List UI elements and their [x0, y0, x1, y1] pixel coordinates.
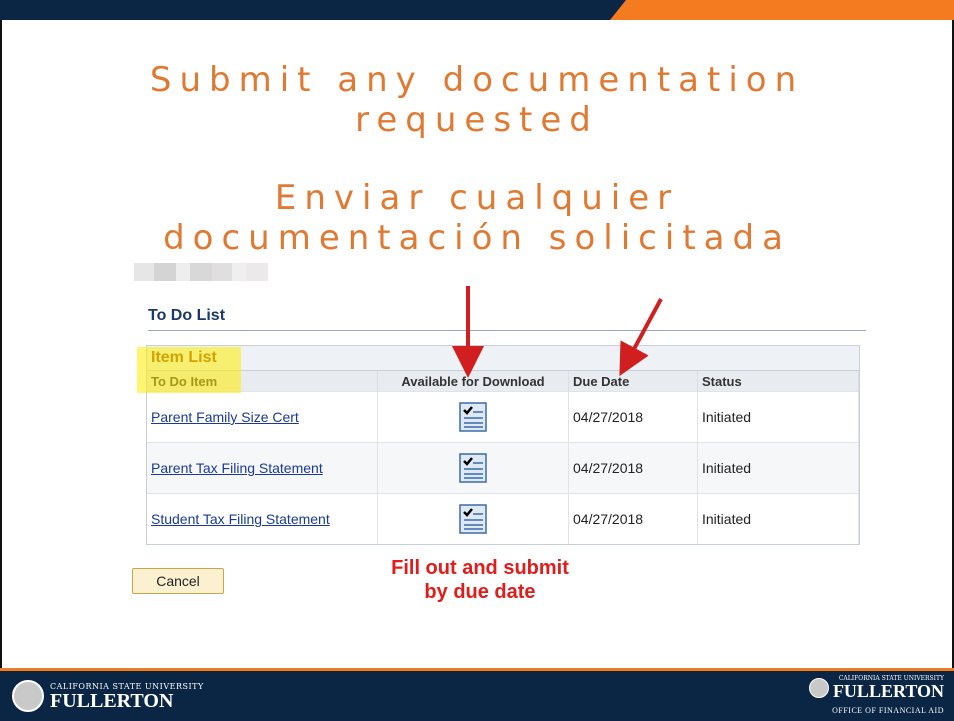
- grid-title: Item List: [147, 346, 859, 371]
- due-date-cell: 04/27/2018: [568, 391, 698, 443]
- slide-title-english: Submit any documentation requested: [149, 60, 805, 140]
- status-cell: Initiated: [697, 391, 859, 443]
- slide-title-spanish: Enviar cualquier documentación solicitad…: [163, 178, 791, 258]
- download-cell: [377, 391, 569, 443]
- university-seal-icon: [808, 677, 829, 698]
- csuf-logo-left: CALIFORNIA STATE UNIVERSITY FULLERTON: [12, 680, 204, 712]
- fill-out-annotation: Fill out and submit by due date: [340, 556, 620, 604]
- document-checklist-icon[interactable]: [458, 401, 488, 433]
- item-list-grid: Item List To Do Item Available for Downl…: [146, 345, 860, 545]
- todo-item-cell: Parent Family Size Cert: [147, 391, 378, 443]
- todo-item-link[interactable]: Parent Tax Filing Statement: [151, 460, 323, 476]
- due-date-cell: 04/27/2018: [568, 493, 698, 544]
- document-checklist-icon[interactable]: [458, 503, 488, 535]
- column-header-download[interactable]: Available for Download: [377, 371, 569, 392]
- due-date-cell: 04/27/2018: [568, 442, 698, 494]
- top-banner-accent: [610, 0, 954, 20]
- todo-item-link[interactable]: Student Tax Filing Statement: [151, 511, 330, 527]
- table-row: Parent Family Size Cert 04/27/2018 Initi…: [147, 391, 859, 443]
- blurred-content: [134, 263, 268, 281]
- annotation-line-2: by due date: [424, 581, 536, 603]
- table-row: Student Tax Filing Statement 04/27/2018 …: [147, 493, 859, 544]
- status-cell: Initiated: [697, 493, 859, 544]
- column-header-status[interactable]: Status: [697, 371, 859, 392]
- todo-item-cell: Parent Tax Filing Statement: [147, 442, 378, 494]
- document-checklist-icon[interactable]: [458, 452, 488, 484]
- cancel-button[interactable]: Cancel: [132, 568, 224, 594]
- university-seal-icon: [12, 680, 44, 712]
- todo-item-link[interactable]: Parent Family Size Cert: [151, 409, 299, 425]
- logo-right-big-text: FULLERTON: [832, 681, 944, 701]
- logo-right-subtitle: OFFICE OF FINANCIAL AID: [832, 706, 944, 715]
- table-row: Parent Tax Filing Statement 04/27/2018 I…: [147, 442, 859, 494]
- status-cell: Initiated: [697, 442, 859, 494]
- download-cell: [377, 493, 569, 544]
- item-list-table: To Do Item Available for Download Due Da…: [147, 371, 859, 544]
- table-header-row: To Do Item Available for Download Due Da…: [147, 371, 859, 392]
- item-list-highlight: [137, 347, 241, 393]
- annotation-line-1: Fill out and submit: [391, 557, 569, 579]
- csuf-financial-aid-logo: CALIFORNIA STATE UNIVERSITY FULLERTON OF…: [808, 675, 944, 718]
- column-header-due-date[interactable]: Due Date: [568, 371, 698, 392]
- logo-left-big-text: FULLERTON: [50, 689, 174, 712]
- download-cell: [377, 442, 569, 494]
- todo-item-cell: Student Tax Filing Statement: [147, 493, 378, 544]
- heading-divider: [148, 330, 866, 331]
- todo-list-heading: To Do List: [148, 307, 226, 324]
